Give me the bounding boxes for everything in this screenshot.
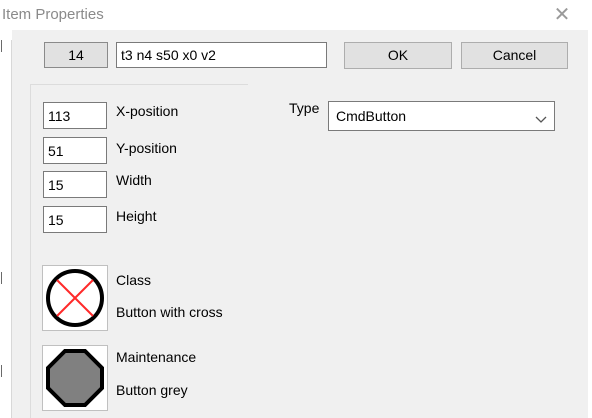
item-id-field: 14 bbox=[44, 42, 108, 68]
grey-octagon-icon bbox=[46, 349, 104, 407]
window-title: Item Properties bbox=[2, 6, 104, 23]
y-position-input[interactable]: 51 bbox=[43, 137, 107, 164]
height-label: Height bbox=[116, 208, 157, 224]
x-position-input[interactable]: 113 bbox=[43, 102, 107, 129]
x-position-label: X-position bbox=[116, 103, 179, 119]
width-input[interactable]: 15 bbox=[43, 171, 107, 198]
circle-cross-icon bbox=[46, 269, 104, 327]
edge-tick bbox=[1, 365, 2, 377]
close-icon[interactable]: ✕ bbox=[549, 2, 575, 28]
type-label: Type bbox=[289, 100, 320, 116]
ok-button[interactable]: OK bbox=[344, 42, 452, 69]
chevron-down-icon bbox=[535, 111, 547, 129]
group-separator bbox=[30, 84, 31, 418]
class-name: Button with cross bbox=[116, 304, 223, 320]
height-input[interactable]: 15 bbox=[43, 206, 107, 233]
maintenance-heading: Maintenance bbox=[116, 349, 197, 365]
title-bar: Item Properties ✕ bbox=[0, 0, 592, 30]
type-select-value: CmdButton bbox=[336, 108, 407, 124]
class-heading: Class bbox=[116, 272, 152, 288]
maintenance-name: Button grey bbox=[116, 382, 188, 398]
y-position-label: Y-position bbox=[116, 140, 177, 156]
type-select[interactable]: CmdButton bbox=[328, 101, 555, 131]
group-separator bbox=[30, 84, 248, 85]
item-code-input[interactable]: t3 n4 s50 x0 v2 bbox=[116, 42, 327, 68]
class-icon-box bbox=[42, 265, 108, 331]
cancel-button[interactable]: Cancel bbox=[461, 42, 568, 69]
width-label: Width bbox=[116, 172, 152, 188]
edge-tick bbox=[1, 40, 2, 52]
maintenance-icon-box bbox=[42, 345, 108, 411]
left-edge bbox=[0, 40, 12, 418]
edge-tick bbox=[1, 272, 2, 284]
